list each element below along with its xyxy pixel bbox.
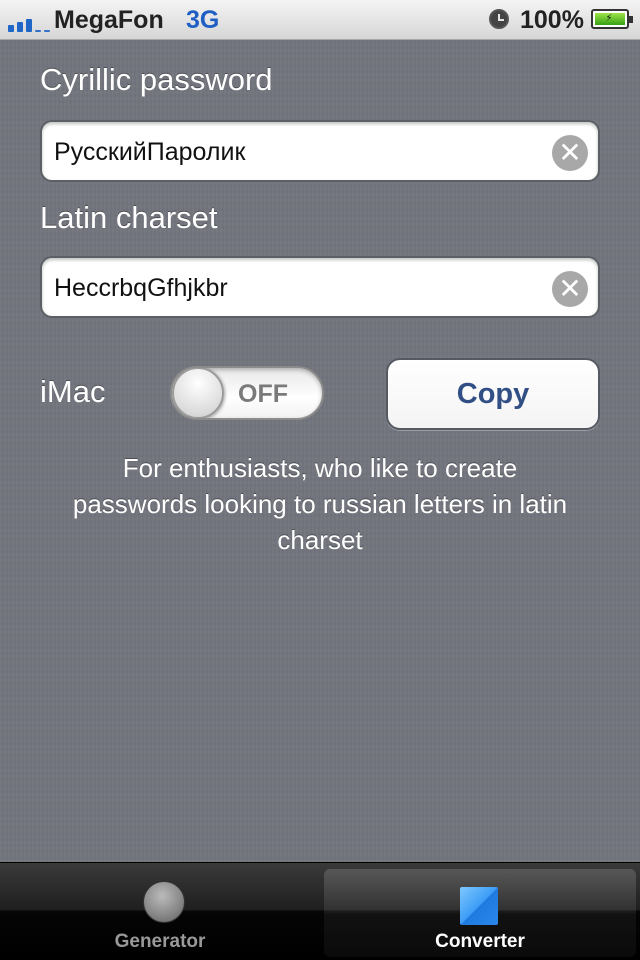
signal-icon	[8, 12, 52, 32]
carrier-name: MegaFon	[54, 6, 164, 34]
latin-charset-input[interactable]	[54, 268, 534, 308]
cyrillic-password-label: Cyrillic password	[40, 62, 273, 97]
latin-charset-label: Latin charset	[40, 200, 218, 235]
toggle-knob[interactable]	[172, 368, 224, 418]
tab-generator[interactable]: Generator	[4, 869, 316, 957]
latin-charset-field[interactable]: ✕	[40, 256, 600, 318]
tab-converter[interactable]: Converter	[324, 869, 636, 957]
imac-toggle[interactable]: OFF	[170, 366, 324, 420]
clear-icon[interactable]: ✕	[552, 135, 588, 171]
clear-icon[interactable]: ✕	[552, 271, 588, 307]
converter-view: Cyrillic password ✕ Latin charset ✕ iMac…	[0, 40, 640, 862]
battery-charging-icon: ⚡	[591, 9, 633, 29]
network-type: 3G	[186, 6, 220, 34]
tab-bar: Generator Converter	[0, 862, 640, 960]
status-bar: MegaFon 3G 100% ⚡	[0, 0, 640, 40]
copy-button[interactable]: Copy	[386, 358, 600, 430]
cyrillic-password-input[interactable]	[54, 132, 534, 172]
alarm-clock-icon	[489, 9, 509, 29]
description-text: For enthusiasts, who like to create pass…	[72, 453, 568, 552]
cyrillic-password-field[interactable]: ✕	[40, 120, 600, 182]
tab-label: Generator	[114, 931, 206, 952]
battery-percent: 100%	[520, 6, 584, 34]
blue-square-icon	[460, 887, 498, 925]
circle-icon	[143, 881, 185, 923]
toggle-state-label: OFF	[238, 380, 288, 408]
imac-label: iMac	[40, 374, 106, 409]
tab-label: Converter	[435, 931, 525, 952]
